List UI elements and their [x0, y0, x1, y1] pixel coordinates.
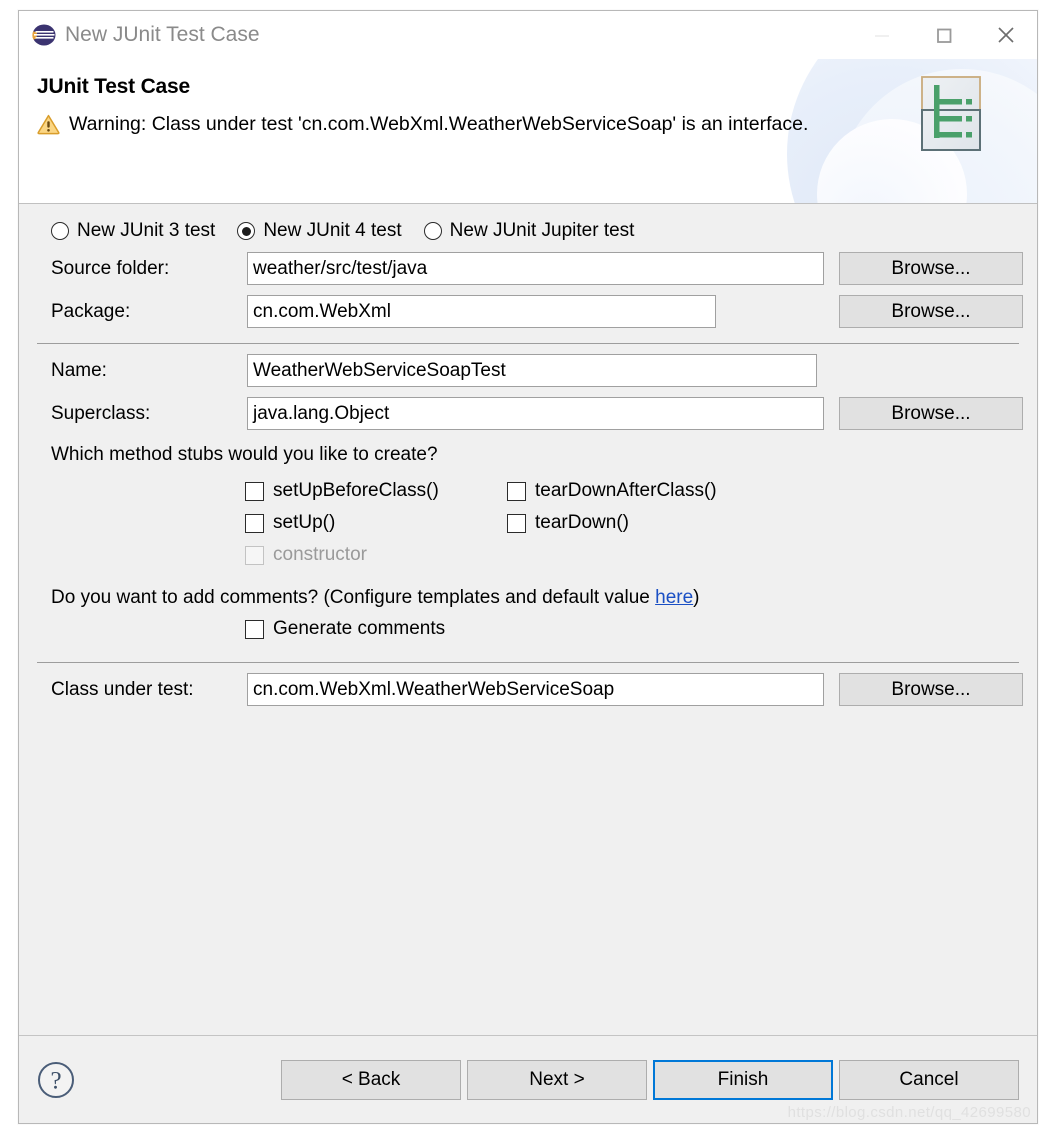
- title-bar-left: New JUnit Test Case: [19, 22, 260, 48]
- package-browse-button[interactable]: Browse...: [839, 295, 1023, 328]
- separator-2: [37, 662, 1019, 663]
- checkbox-teardown-label: tearDown(): [535, 512, 629, 533]
- dialog-window: New JUnit Test Case JUnit Test Case Warn…: [18, 10, 1038, 1124]
- method-stubs-row-3: constructor: [245, 539, 1023, 571]
- method-stubs-checkbox-grid: setUpBeforeClass() tearDownAfterClass() …: [33, 475, 1023, 571]
- checkbox-constructor-label: constructor: [273, 544, 367, 565]
- radio-jupiter-label: New JUnit Jupiter test: [449, 220, 635, 241]
- checkbox-generate-comments-box: [245, 619, 264, 639]
- eclipse-icon: [31, 22, 57, 48]
- warning-message: Warning: Class under test 'cn.com.WebXml…: [69, 113, 809, 135]
- checkbox-setup-box: [245, 513, 264, 533]
- help-icon[interactable]: ?: [37, 1061, 75, 1099]
- cancel-button[interactable]: Cancel: [839, 1059, 1019, 1100]
- comments-question-suffix: ): [693, 587, 700, 608]
- package-input[interactable]: cn.com.WebXml: [247, 295, 716, 328]
- checkbox-teardownafterclass[interactable]: tearDownAfterClass(): [507, 480, 717, 502]
- class-under-test-input[interactable]: cn.com.WebXml.WeatherWebServiceSoap: [247, 673, 824, 706]
- class-under-test-label: Class under test:: [51, 678, 194, 700]
- dialog-body: New JUnit 3 test New JUnit 4 test New JU…: [19, 204, 1037, 1035]
- checkbox-constructor-box: [245, 545, 264, 565]
- maximize-button[interactable]: [913, 11, 975, 59]
- package-row: Package: cn.com.WebXml Browse...: [33, 295, 1023, 328]
- name-input[interactable]: WeatherWebServiceSoapTest: [247, 354, 817, 387]
- package-label: Package:: [51, 300, 131, 322]
- svg-text:?: ?: [50, 1067, 61, 1094]
- watermark: https://blog.csdn.net/qq_42699580: [787, 1104, 1031, 1121]
- radio-junit3-label: New JUnit 3 test: [77, 220, 216, 241]
- warning-message-row: Warning: Class under test 'cn.com.WebXml…: [37, 111, 892, 140]
- superclass-label: Superclass:: [51, 402, 151, 424]
- method-stubs-question: Which method stubs would you like to cre…: [51, 444, 438, 465]
- page-title: JUnit Test Case: [37, 75, 190, 98]
- separator-1: [37, 343, 1019, 344]
- superclass-input[interactable]: java.lang.Object: [247, 397, 824, 430]
- title-bar: New JUnit Test Case: [19, 11, 1037, 59]
- comments-question-prefix: Do you want to add comments? (Configure …: [51, 587, 656, 608]
- method-stubs-row-2: setUp() tearDown(): [245, 507, 1023, 539]
- source-folder-browse-button[interactable]: Browse...: [839, 252, 1023, 285]
- configure-templates-link[interactable]: here: [655, 587, 693, 608]
- checkbox-setupbeforeclass-box: [245, 481, 264, 501]
- next-button[interactable]: Next >: [467, 1059, 647, 1100]
- checkbox-setupbeforeclass-label: setUpBeforeClass(): [273, 480, 439, 501]
- window-controls: [851, 11, 1037, 59]
- source-folder-row: Source folder: weather/src/test/java Bro…: [33, 252, 1023, 285]
- checkbox-teardown-box: [507, 513, 526, 533]
- radio-junit4-label: New JUnit 4 test: [263, 220, 402, 241]
- checkbox-teardownafterclass-box: [507, 481, 526, 501]
- minimize-button[interactable]: [851, 11, 913, 59]
- close-button[interactable]: [975, 11, 1037, 59]
- radio-junit3-indicator: [51, 222, 69, 240]
- checkbox-setup-label: setUp(): [273, 512, 336, 533]
- checkbox-constructor: constructor: [245, 544, 507, 566]
- source-folder-input[interactable]: weather/src/test/java: [247, 252, 824, 285]
- radio-jupiter-indicator: [423, 222, 442, 240]
- radio-junit3[interactable]: New JUnit 3 test: [51, 220, 215, 242]
- finish-button[interactable]: Finish: [653, 1059, 833, 1100]
- class-under-test-browse-button[interactable]: Browse...: [839, 673, 1023, 706]
- radio-jupiter[interactable]: New JUnit Jupiter test: [423, 220, 635, 242]
- checkbox-setupbeforeclass[interactable]: setUpBeforeClass(): [245, 480, 507, 502]
- radio-junit4-indicator: [237, 222, 256, 240]
- class-under-test-row: Class under test: cn.com.WebXml.WeatherW…: [33, 673, 1023, 706]
- checkbox-setup[interactable]: setUp(): [245, 512, 507, 534]
- junit-wizard-icon: [921, 76, 981, 151]
- back-button[interactable]: < Back: [281, 1059, 461, 1100]
- window-title: New JUnit Test Case: [65, 23, 260, 46]
- comments-question: Do you want to add comments? (Configure …: [33, 587, 1023, 609]
- wizard-header-banner: JUnit Test Case Warning: Class under tes…: [19, 59, 1037, 204]
- wizard-buttons: < Back Next > Finish Cancel: [281, 1059, 1019, 1100]
- superclass-browse-button[interactable]: Browse...: [839, 397, 1023, 430]
- generate-comments-row[interactable]: Generate comments: [33, 618, 1023, 640]
- name-label: Name:: [51, 359, 107, 381]
- checkbox-teardownafterclass-label: tearDownAfterClass(): [535, 480, 717, 501]
- checkbox-generate-comments-label: Generate comments: [273, 618, 446, 639]
- name-row: Name: WeatherWebServiceSoapTest: [33, 354, 1023, 387]
- source-folder-label: Source folder:: [51, 257, 170, 279]
- superclass-row: Superclass: java.lang.Object Browse...: [33, 397, 1023, 430]
- warning-icon: [37, 114, 60, 140]
- test-kind-radio-group: New JUnit 3 test New JUnit 4 test New JU…: [33, 220, 1023, 242]
- method-stubs-row-1: setUpBeforeClass() tearDownAfterClass(): [245, 475, 1023, 507]
- checkbox-teardown[interactable]: tearDown(): [507, 512, 629, 534]
- radio-junit4[interactable]: New JUnit 4 test: [237, 220, 402, 242]
- banner-content: JUnit Test Case Warning: Class under tes…: [19, 59, 1037, 203]
- dialog-button-bar: ? < Back Next > Finish Cancel https://bl…: [19, 1035, 1037, 1123]
